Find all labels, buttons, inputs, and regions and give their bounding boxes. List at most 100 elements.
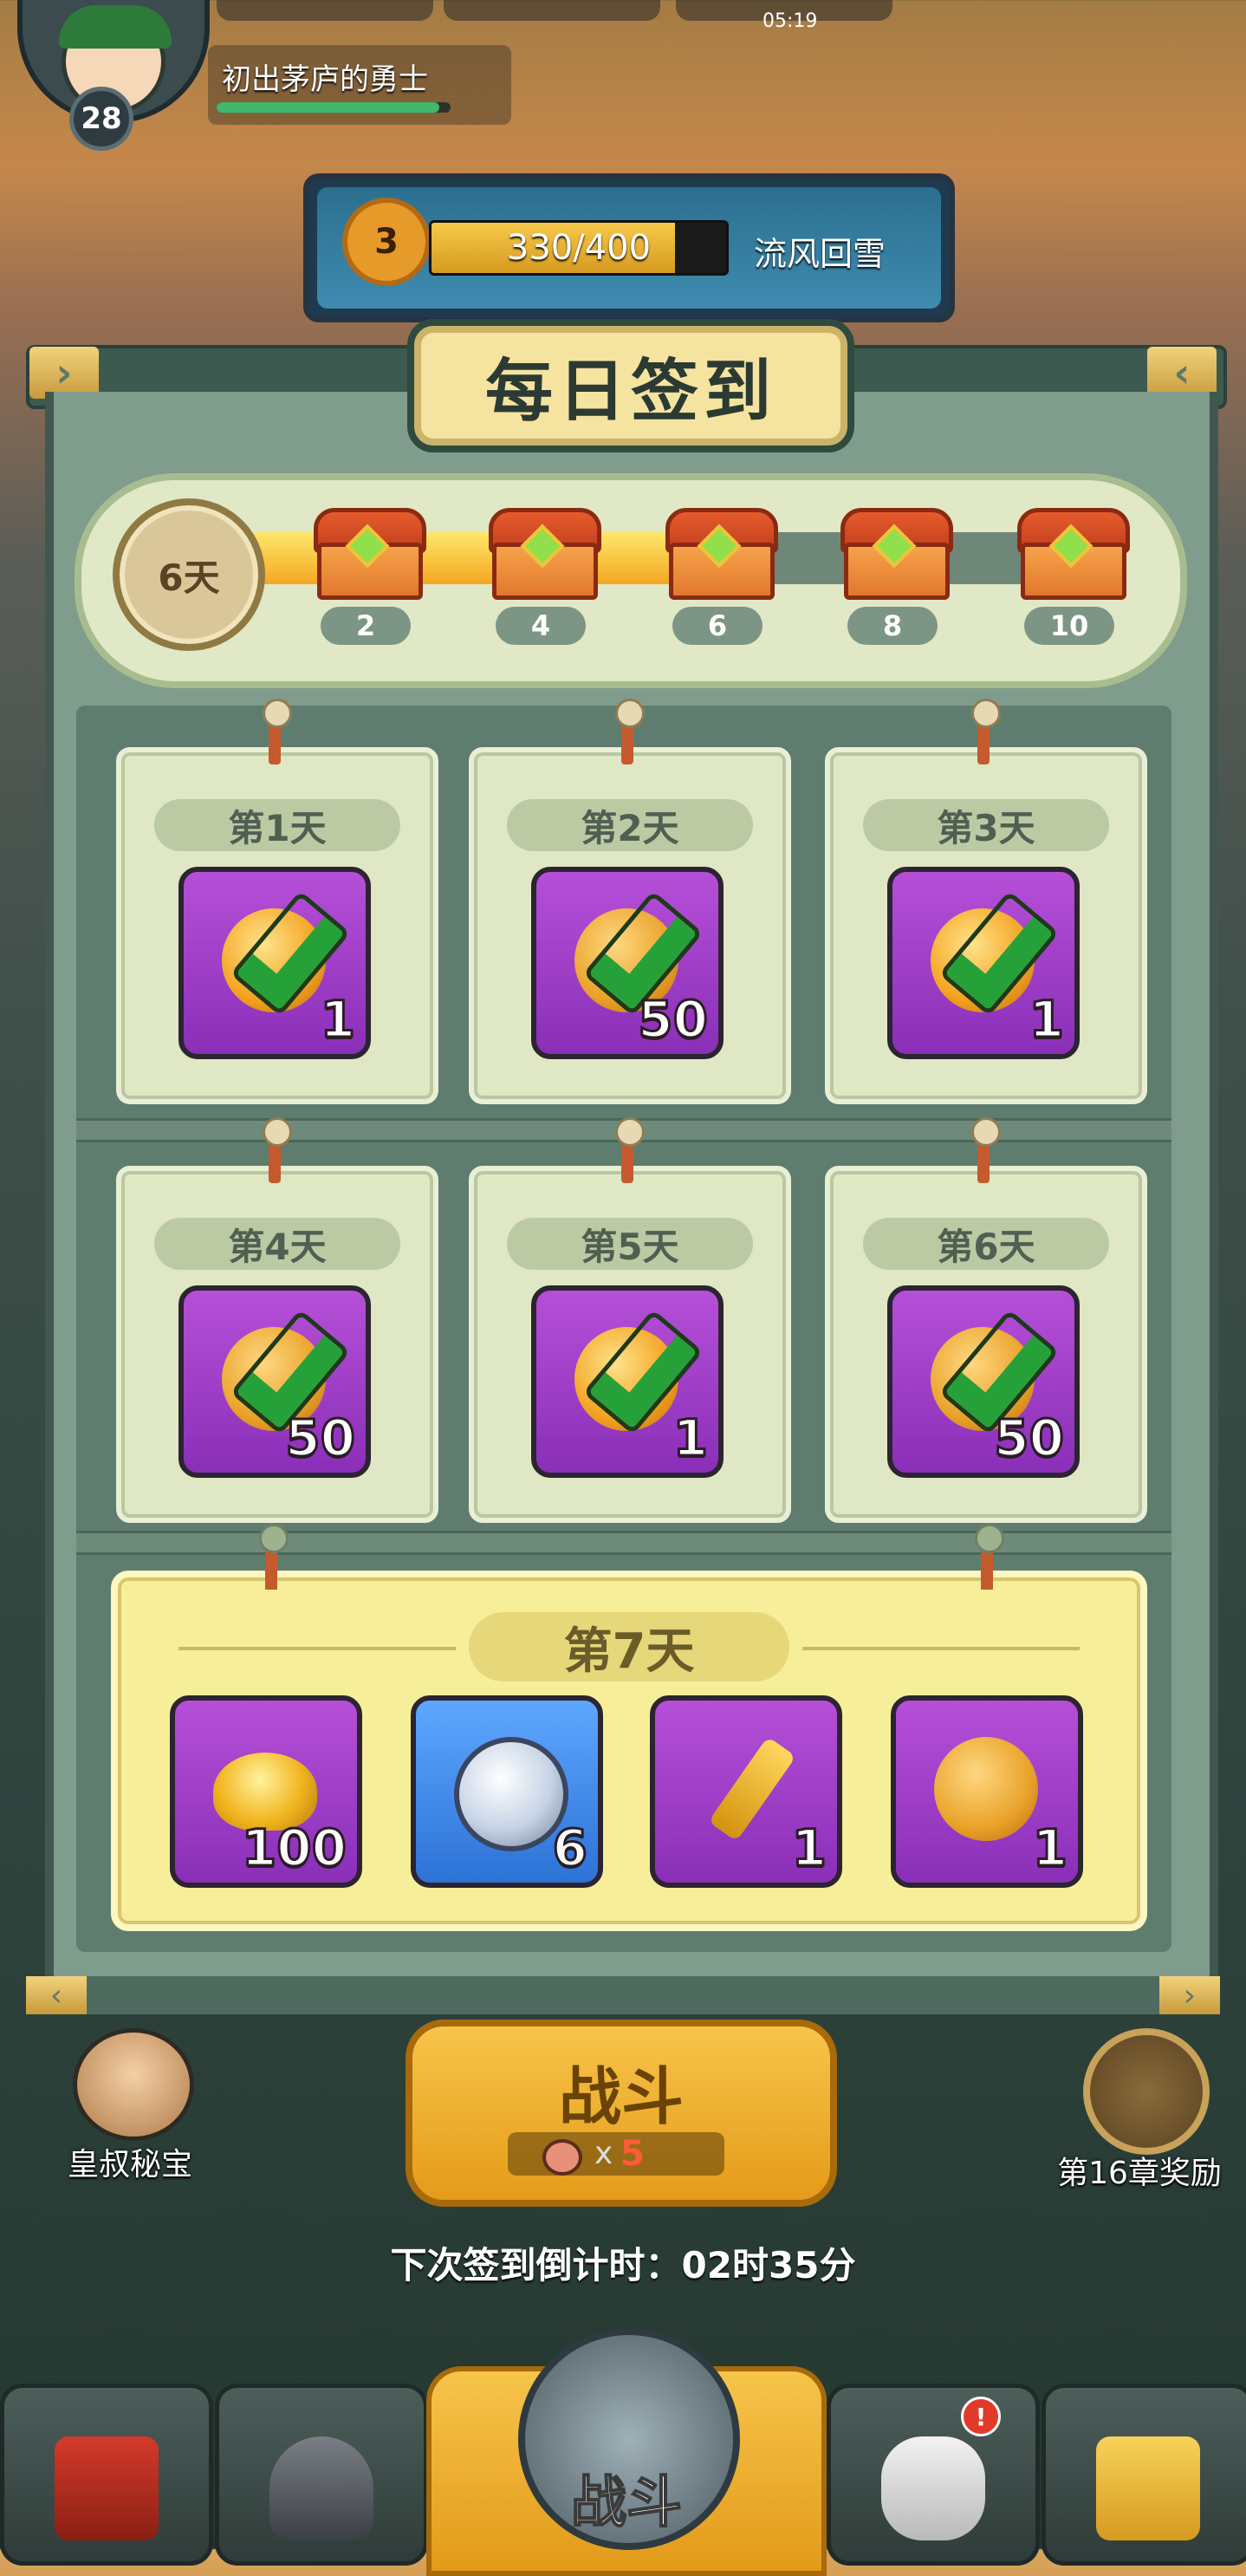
nav-upgrade-button[interactable]	[1042, 2384, 1246, 2566]
milestone-chest-4-icon[interactable]	[489, 508, 601, 600]
day-card-5[interactable]: 第5天 1	[469, 1117, 791, 1523]
milestone-count: 2	[321, 607, 411, 645]
resource-pill-1[interactable]	[217, 0, 433, 21]
season-name: 流风回雪	[754, 235, 886, 273]
nav-battle-button[interactable]: 战斗	[426, 2328, 827, 2576]
reward-qty: 1	[672, 1408, 709, 1469]
reward-qty: 1	[1031, 1818, 1068, 1879]
pin-icon	[263, 699, 292, 764]
day-card-3[interactable]: 第3天 1	[825, 699, 1147, 1104]
day-card-4[interactable]: 第4天 50	[116, 1117, 438, 1523]
notification-badge: !	[961, 2397, 1001, 2436]
milestone-count: 10	[1024, 607, 1114, 645]
cost-amount: 5	[620, 2134, 645, 2174]
chapter-reward-coin-icon	[1083, 2028, 1210, 2155]
bottom-navbar: 战斗 !	[0, 2328, 1246, 2576]
claimed-check-icon	[218, 907, 331, 1002]
rail-arrow-left-icon: ›	[29, 347, 99, 399]
season-rank: 3	[342, 198, 431, 286]
reward-slot: 1	[531, 1285, 724, 1478]
uncle-treasure-button[interactable]: 皇叔秘宝	[35, 2020, 225, 2184]
nav-heroes-button[interactable]: !	[827, 2384, 1040, 2566]
nav-battle-label: 战斗	[570, 2470, 683, 2536]
chapter-reward-button[interactable]: 第16章奖励	[1040, 2020, 1239, 2193]
rail-arrow-left-icon: ‹	[26, 1976, 87, 2014]
pin-icon	[259, 1524, 289, 1590]
pin-icon	[615, 699, 645, 764]
nav-equipment-button[interactable]	[215, 2384, 428, 2566]
season-progress-text: 330/400	[506, 228, 652, 268]
battle-label: 战斗	[558, 2060, 684, 2133]
day-label: 第4天	[154, 1218, 400, 1270]
reward-slot[interactable]: 1	[650, 1695, 842, 1888]
resource-pill-2[interactable]	[444, 0, 660, 21]
signed-days-coin: 6天	[113, 498, 265, 651]
claimed-check-icon	[571, 907, 684, 1002]
dialog-title: 每日签到	[484, 353, 776, 431]
day-card-6[interactable]: 第6天 50	[825, 1117, 1147, 1523]
dialog-bottom-rail: ‹ ›	[26, 1976, 1220, 2014]
reward-qty: 100	[240, 1818, 347, 1879]
reward-slot[interactable]: 6	[411, 1695, 603, 1888]
claimed-check-icon	[927, 1325, 1040, 1421]
title-progress-bar	[217, 102, 451, 113]
pin-icon	[971, 699, 1001, 764]
heart-coin-icon	[934, 1737, 1038, 1841]
reward-slot: 1	[178, 867, 371, 1059]
milestone-chest-10-icon[interactable]	[1017, 508, 1130, 600]
reward-slot: 50	[178, 1285, 371, 1478]
uncle-treasure-label: 皇叔秘宝	[67, 2147, 192, 2182]
claimed-check-icon	[218, 1325, 331, 1421]
reward-qty: 1	[1028, 989, 1065, 1051]
player-title-text: 初出茅庐的勇士	[222, 62, 428, 97]
upgrade-fist-icon	[1096, 2436, 1200, 2540]
milestone-count: 8	[847, 607, 938, 645]
divider-line	[178, 1647, 456, 1650]
pin-icon	[263, 1117, 292, 1183]
claimed-check-icon	[927, 907, 1040, 1002]
stamina-timer: 05:19	[763, 10, 818, 32]
character-portrait-icon	[73, 2028, 194, 2141]
cost-multiplier: x	[594, 2136, 613, 2171]
player-level: 28	[69, 87, 133, 151]
rail-arrow-right-icon: ‹	[1147, 347, 1217, 399]
hero-stars-icon	[881, 2436, 985, 2540]
milestone-count: 4	[496, 607, 586, 645]
reward-qty: 1	[319, 989, 356, 1051]
reward-qty: 50	[993, 1408, 1066, 1469]
day-label: 第7天	[469, 1612, 789, 1682]
season-progress-bar: 330/400	[429, 220, 729, 276]
battle-button[interactable]: 战斗 x 5	[406, 2020, 837, 2207]
reward-qty: 6	[551, 1818, 588, 1879]
milestone-count: 6	[672, 607, 763, 645]
reward-slot[interactable]: 1	[891, 1695, 1083, 1888]
nav-shop-button[interactable]	[0, 2384, 213, 2566]
chapter-reward-label: 第16章奖励	[1057, 2156, 1222, 2191]
milestone-chest-2-icon[interactable]	[314, 508, 426, 600]
milestone-chest-6-icon[interactable]	[665, 508, 778, 600]
signin-countdown: 下次签到倒计时：02时35分	[390, 2244, 856, 2287]
reward-slot: 50	[887, 1285, 1080, 1478]
helmet-icon	[269, 2436, 373, 2540]
reward-qty: 1	[790, 1818, 827, 1879]
reward-slot: 50	[531, 867, 724, 1059]
pin-icon	[975, 1524, 1004, 1590]
reward-slot[interactable]: 100	[170, 1695, 362, 1888]
dialog-title-plate: 每日签到	[407, 319, 854, 452]
day-label: 第5天	[507, 1218, 753, 1270]
reward-qty: 50	[284, 1408, 357, 1469]
player-title-panel: 初出茅庐的勇士	[208, 45, 511, 125]
day-label: 第6天	[863, 1218, 1109, 1270]
silver-coin-icon	[454, 1737, 568, 1851]
divider-line	[802, 1647, 1080, 1650]
claimed-check-icon	[571, 1325, 684, 1421]
pin-icon	[971, 1117, 1001, 1183]
day-card-7[interactable]: 第7天 100 6 1 1	[111, 1524, 1147, 1931]
golden-key-icon	[708, 1736, 796, 1842]
milestone-chest-8-icon[interactable]	[840, 508, 953, 600]
day-card-1[interactable]: 第1天 1	[116, 699, 438, 1104]
battle-cost: x 5	[508, 2132, 724, 2176]
reward-slot: 1	[887, 867, 1080, 1059]
day-card-2[interactable]: 第2天 50	[469, 699, 791, 1104]
day-label: 第1天	[154, 799, 400, 851]
